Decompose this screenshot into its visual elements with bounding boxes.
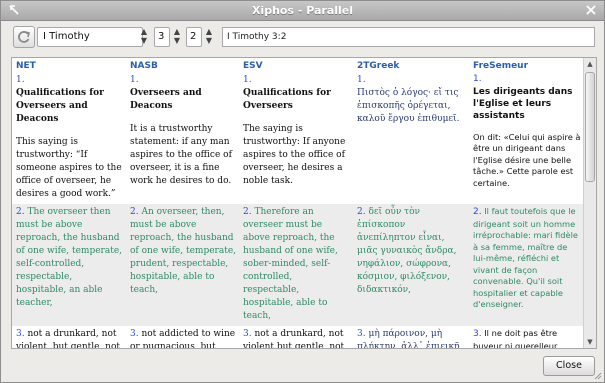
verse-text: The saying is trustworthy: If anyone asp… (243, 124, 346, 186)
header-row: NET NASB ESV 2TGreek FreSemeur (12, 58, 584, 72)
verse-text: μὴ πάροινον, μὴ πλήκτην, ἀλλ᾽ ἐπιεικῆ, ἄ… (357, 329, 463, 349)
chapter-field[interactable]: 3 (154, 27, 170, 47)
verse-number[interactable]: 1. (357, 74, 466, 87)
chevron-down-icon[interactable]: ▼ (206, 36, 212, 45)
book-spin-arrows[interactable]: ▲ ▼ (138, 27, 150, 47)
verse-number[interactable]: 3. (130, 329, 139, 339)
close-button[interactable]: Close (543, 356, 595, 376)
verse-cell-fresemeur-3[interactable]: 3. Il ne doit pas être buveur ni querell… (469, 326, 584, 349)
verse-text: On dit: «Celui qui aspire à être un diri… (473, 131, 581, 188)
scrollbar-thumb[interactable] (585, 72, 595, 182)
verse-number[interactable]: 3. (473, 329, 482, 339)
book-selector[interactable]: I Timothy (37, 27, 143, 47)
verse-text: not a drunkard, not violent, but gentle,… (16, 329, 121, 349)
column-header-2tgreek[interactable]: 2TGreek (353, 58, 469, 72)
verse-text: Therefore an overseer must be above repr… (243, 207, 338, 321)
verse-cell-2tgreek-3[interactable]: 3. μὴ πάροινον, μὴ πλήκτην, ἀλλ᾽ ἐπιεικῆ… (353, 326, 469, 349)
column-header-nasb[interactable]: NASB (126, 58, 239, 72)
verse-cell-fresemeur-1[interactable]: 1. Les dirigeants dans l'Eglise et leurs… (469, 72, 584, 204)
verse-number[interactable]: 1. (16, 74, 123, 87)
verse-number[interactable]: 2. (243, 207, 252, 217)
verse-number[interactable]: 2. (357, 207, 366, 217)
verse-cell-net-3[interactable]: 3. not a drunkard, not violent, but gent… (12, 326, 126, 349)
column-header-esv[interactable]: ESV (239, 58, 353, 72)
verse-row-2: 2. The overseer then must be above repro… (12, 204, 584, 326)
verse-cell-esv-3[interactable]: 3. not a drunkard, not violent but gentl… (239, 326, 353, 349)
verse-number[interactable]: 2. (473, 207, 482, 217)
parallel-window: Xiphos - Parallel I Timothy ▲ ▼ 3 ▲ ▼ 2 (0, 0, 605, 383)
verse-cell-fresemeur-2[interactable]: 2. Il faut toutefois que le dirigeant so… (469, 204, 584, 326)
verse-text: Il faut toutefois que le dirigeant soit … (473, 206, 579, 309)
resize-grip-icon[interactable] (594, 372, 602, 380)
scroll-down-icon[interactable]: ▼ (584, 336, 596, 348)
verse-row-1: 1. Qualifications for Overseers and Deac… (12, 72, 584, 204)
reference-entry-value: I Timothy 3:2 (227, 32, 287, 42)
chevron-up-icon[interactable]: ▲ (141, 27, 147, 36)
column-header-fresemeur[interactable]: FreSemeur (469, 58, 584, 72)
verse-cell-net-1[interactable]: 1. Qualifications for Overseers and Deac… (12, 72, 126, 204)
verse-number[interactable]: 2. (16, 207, 25, 217)
verse-number[interactable]: 3. (16, 329, 25, 339)
parallel-text-panel[interactable]: NET NASB ESV 2TGreek FreSemeur 1. Qualif… (11, 57, 597, 349)
navigation-toolbar: I Timothy ▲ ▼ 3 ▲ ▼ 2 ▲ ▼ I Timothy 3:2 (1, 22, 604, 52)
chapter-spin-arrows[interactable]: ▲ ▼ (171, 27, 183, 47)
chevron-down-icon[interactable]: ▼ (174, 36, 180, 45)
verse-cell-2tgreek-1[interactable]: 1. Πιστὸς ὁ λόγος· εἴ τις ἐπισκοπῆς ὀρέγ… (353, 72, 469, 204)
parallel-table: NET NASB ESV 2TGreek FreSemeur 1. Qualif… (12, 58, 584, 349)
verse-text: An overseer, then, must be above reproac… (130, 207, 237, 295)
book-selector-value: I Timothy (43, 31, 90, 42)
verse-text: Πιστὸς ὁ λόγος· εἴ τις ἐπισκοπῆς ὀρέγετα… (357, 88, 460, 124)
verse-text: It is a trustworthy statement: if any ma… (130, 124, 232, 186)
section-heading: Qualifications for Overseers and Deacons (16, 88, 104, 124)
verse-spin-arrows[interactable]: ▲ ▼ (203, 27, 215, 47)
vertical-scrollbar[interactable]: ▲ ▼ (583, 58, 596, 348)
window-title: Xiphos - Parallel (251, 4, 354, 17)
verse-text: not a drunkard, not violent but gentle, … (243, 329, 345, 349)
section-heading: Overseers and Deacons (130, 88, 202, 111)
verse-cell-net-2[interactable]: 2. The overseer then must be above repro… (12, 204, 126, 326)
chevron-up-icon[interactable]: ▲ (206, 27, 212, 36)
chevron-up-icon[interactable]: ▲ (174, 27, 180, 36)
verse-cell-2tgreek-2[interactable]: 2. δεῖ οὖν τὸν ἐπίσκοπον ἀνεπίληπτον εἶν… (353, 204, 469, 326)
verse-value: 2 (190, 31, 197, 42)
refresh-icon (18, 31, 30, 43)
verse-cell-nasb-1[interactable]: 1. Overseers and Deacons It is a trustwo… (126, 72, 239, 204)
scroll-up-icon[interactable]: ▲ (584, 58, 596, 70)
section-heading: Les dirigeants dans l'Eglise et leurs as… (473, 86, 573, 121)
verse-cell-nasb-3[interactable]: 3. not addicted to wine or pugnacious, b… (126, 326, 239, 349)
reference-entry[interactable]: I Timothy 3:2 (222, 27, 595, 47)
verse-number[interactable]: 2. (130, 207, 139, 217)
chapter-value: 3 (158, 31, 165, 42)
verse-text: Il ne doit pas être buveur ni querelleur… (473, 328, 561, 349)
verse-text: This saying is trustworthy: “If someone … (16, 137, 122, 199)
verse-number[interactable]: 1. (243, 74, 350, 87)
sync-button[interactable] (13, 26, 35, 48)
verse-field[interactable]: 2 (186, 27, 202, 47)
verse-cell-nasb-2[interactable]: 2. An overseer, then, must be above repr… (126, 204, 239, 326)
column-header-net[interactable]: NET (12, 58, 126, 72)
verse-text: The overseer then must be above reproach… (16, 207, 123, 308)
verse-number[interactable]: 3. (357, 329, 366, 339)
verse-cell-esv-1[interactable]: 1. Qualifications for Overseers The sayi… (239, 72, 353, 204)
verse-number[interactable]: 1. (473, 74, 581, 86)
close-window-icon[interactable] (584, 4, 598, 18)
verse-text: not addicted to wine or pugnacious, but … (130, 329, 236, 349)
section-heading: Qualifications for Overseers (243, 88, 331, 111)
verse-text: δεῖ οὖν τὸν ἐπίσκοπον ἀνεπίληπτον εἶναι,… (357, 207, 457, 295)
verse-number[interactable]: 1. (130, 74, 236, 87)
verse-number[interactable]: 3. (243, 329, 252, 339)
chevron-down-icon[interactable]: ▼ (141, 36, 147, 45)
title-bar[interactable]: Xiphos - Parallel (1, 1, 604, 21)
verse-cell-esv-2[interactable]: 2. Therefore an overseer must be above r… (239, 204, 353, 326)
verse-row-3: 3. not a drunkard, not violent, but gent… (12, 326, 584, 349)
